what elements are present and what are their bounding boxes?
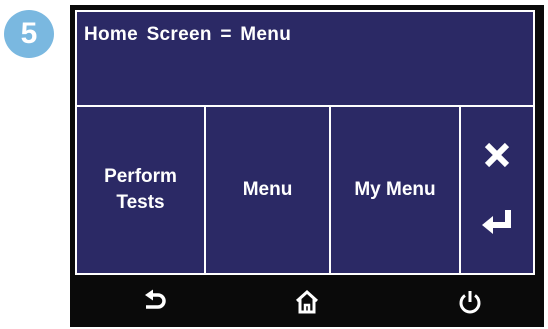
bottom-nav-bar [70,277,544,327]
menu-button[interactable]: Menu [206,107,331,273]
back-icon[interactable] [142,289,168,320]
button-row: Perform Tests Menu My Menu [77,107,533,273]
power-icon[interactable] [457,289,483,320]
device-frame: Home Screen = Menu Perform Tests Menu My… [70,5,544,327]
home-icon[interactable] [294,289,320,320]
perform-tests-button[interactable]: Perform Tests [77,107,206,273]
touch-screen: Home Screen = Menu Perform Tests Menu My… [75,10,535,275]
screen-title: Home Screen = Menu [84,24,292,45]
perform-tests-label: Perform Tests [104,166,177,213]
enter-icon[interactable] [479,208,515,236]
my-menu-button-label: My Menu [354,179,436,200]
screen-title-bar: Home Screen = Menu [77,12,533,107]
my-menu-button[interactable]: My Menu [331,107,461,273]
step-number-badge: 5 [4,10,54,58]
close-icon[interactable] [482,140,512,170]
side-action-column [461,107,533,273]
menu-button-label: Menu [242,179,293,200]
